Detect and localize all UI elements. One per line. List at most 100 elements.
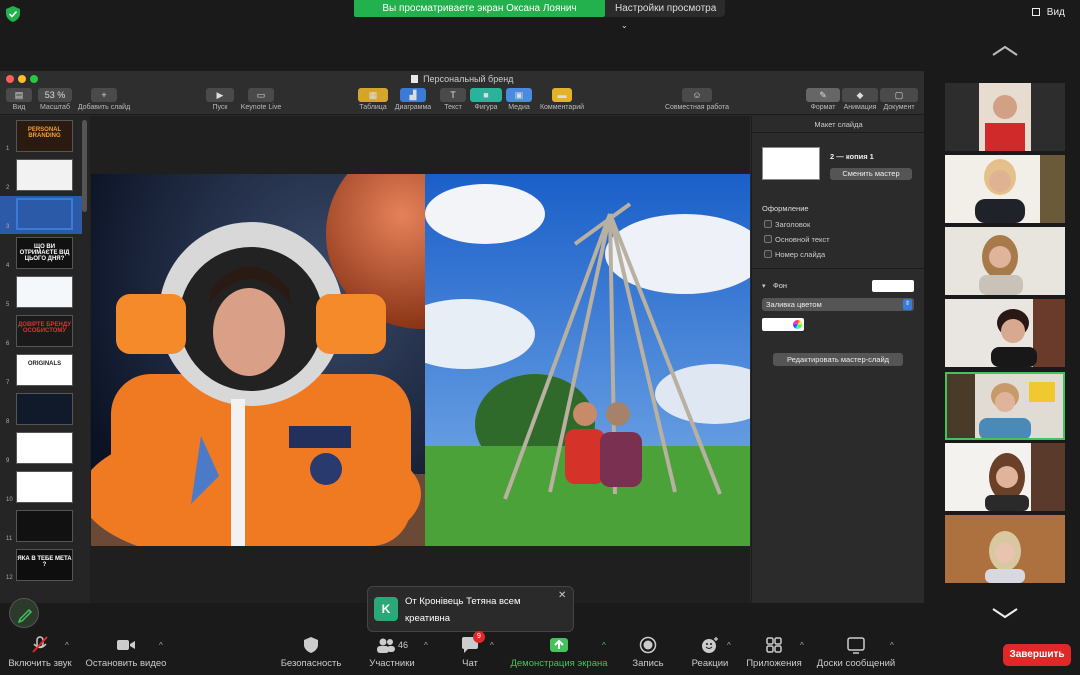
caret-up-icon[interactable]: ^ [424, 641, 428, 650]
participants-gallery [945, 42, 1065, 627]
collaborate-button[interactable]: ☺ Совместная работа [660, 88, 734, 111]
layout-name: 2 — копия 1 [830, 152, 874, 161]
share-screen-button[interactable]: Демонстрация экрана [506, 636, 612, 669]
master-thumbnail[interactable] [762, 147, 820, 180]
shape-button[interactable]: ■ Фигура [470, 88, 502, 111]
participant-video-tile[interactable] [945, 83, 1065, 151]
shield-check-icon[interactable] [6, 6, 20, 22]
end-meeting-button[interactable]: Завершить [1003, 644, 1071, 666]
animate-button[interactable]: ◆ Анимация [842, 88, 878, 111]
plus-icon: + [91, 88, 117, 102]
slide-thumbnail[interactable]: ORIGINALS [16, 354, 73, 386]
body-checkbox[interactable] [764, 235, 772, 243]
keynote-window: Персональный бренд ▤ Вид 53 % Масштаб + … [0, 71, 925, 603]
slide-thumbnail[interactable]: ЯКА В ТЕБЕ МЕТА ? [16, 549, 73, 581]
disclosure-triangle-icon[interactable]: ▾ [762, 282, 766, 290]
view-menu-button[interactable]: ▤ Вид [6, 88, 32, 111]
fill-type-select[interactable]: Заливка цветом ⇕ [762, 298, 914, 311]
participants-icon: 46 [372, 636, 412, 654]
title-checkbox[interactable] [764, 220, 772, 228]
table-button[interactable]: ▦ Таблица [358, 88, 388, 111]
media-button[interactable]: ▣ Медиа [506, 88, 532, 111]
chevron-down-icon[interactable] [990, 606, 1020, 620]
keynote-live-button[interactable]: ▭ Keynote Live [238, 88, 284, 111]
text-button[interactable]: T Текст [440, 88, 466, 111]
play-button[interactable]: ▶ Пуск [206, 88, 234, 111]
meeting-controls-bar: Включить звук ^ Остановить видео ^ Безоп… [0, 631, 1080, 675]
participant-video-tile-active-speaker[interactable] [945, 372, 1065, 440]
fill-color-well[interactable] [762, 318, 804, 331]
format-button[interactable]: ✎ Формат [806, 88, 840, 111]
slide-thumbnail[interactable] [16, 471, 73, 503]
caret-up-icon[interactable]: ^ [602, 641, 606, 650]
security-button[interactable]: Безопасность [276, 636, 346, 669]
change-master-button[interactable]: Сменить мастер [830, 168, 912, 180]
participant-video-tile[interactable] [945, 155, 1065, 223]
caret-up-icon[interactable]: ^ [800, 641, 804, 650]
unmute-button[interactable]: Включить звук [6, 636, 74, 669]
inspector-divider-2 [752, 268, 925, 269]
format-label: Формат [810, 104, 836, 111]
zoom-top-bar: Вы просматриваете экран Оксана Лоянич На… [0, 0, 1080, 30]
caret-up-icon[interactable]: ^ [159, 641, 163, 650]
slide-thumbnail[interactable] [16, 198, 73, 230]
chat-label: Чат [462, 658, 478, 669]
add-slide-button[interactable]: + Добавить слайд [76, 88, 132, 111]
media-label: Медиа [508, 104, 530, 111]
slide-thumbnail[interactable] [16, 432, 73, 464]
annotate-button[interactable] [9, 598, 39, 628]
reactions-button[interactable]: Реакции [688, 636, 732, 669]
slide-number: 4 [6, 263, 10, 269]
chat-notification[interactable]: K От Кронівець Тетяна всем креативна ✕ [367, 586, 574, 632]
apps-button[interactable]: Приложения [744, 636, 804, 669]
participant-video-tile[interactable] [945, 515, 1065, 583]
minimize-window-button[interactable] [18, 75, 26, 83]
view-button[interactable]: Вид [1032, 5, 1076, 21]
navigator-scrollbar[interactable] [82, 120, 87, 212]
participant-video-tile[interactable] [945, 443, 1065, 511]
caret-up-icon[interactable]: ^ [727, 641, 731, 650]
shield-icon [304, 637, 318, 653]
slide-number: 6 [6, 341, 10, 347]
slide-thumbnail-label: PERSONAL BRANDING [27, 127, 62, 139]
whiteboards-button[interactable]: Доски сообщений [812, 636, 900, 669]
format-inspector: Макет слайда 2 — копия 1 Сменить мастер … [751, 116, 925, 603]
slide-thumbnail[interactable] [16, 393, 73, 425]
slide-thumbnail[interactable]: ДОВІРТЕ БРЕНДУ ОСОБИСТОМУ [16, 315, 73, 347]
slide-thumbnail[interactable] [16, 159, 73, 191]
close-icon[interactable]: ✕ [558, 590, 566, 601]
slide-thumbnail[interactable] [16, 276, 73, 308]
whiteboard-icon [847, 637, 865, 654]
stop-video-button[interactable]: Остановить видео [84, 636, 168, 669]
fill-type-value: Заливка цветом [766, 300, 822, 309]
slide-thumbnail[interactable]: PERSONAL BRANDING [16, 120, 73, 152]
slide-thumbnail[interactable] [16, 510, 73, 542]
slide-thumbnail-label: ЩО ВИ ОТРИМАЄТЕ ВІД ЦЬОГО ДНЯ? [19, 244, 70, 262]
close-window-button[interactable] [6, 75, 14, 83]
chart-icon: ▟ [400, 88, 426, 102]
comment-button[interactable]: ▬ Комментарий [538, 88, 586, 111]
view-settings-menu[interactable]: Настройки просмотра ⌄ [605, 0, 725, 30]
caret-up-icon[interactable]: ^ [65, 641, 69, 650]
slide-thumbnail-label [17, 160, 72, 166]
slide-number-checkbox[interactable] [764, 250, 772, 258]
record-button[interactable]: Запись [626, 636, 670, 669]
slide-canvas[interactable] [90, 116, 750, 603]
chart-button[interactable]: ▟ Диаграмма [392, 88, 434, 111]
inspector-divider [752, 132, 925, 133]
slide-thumbnail[interactable]: ЩО ВИ ОТРИМАЄТЕ ВІД ЦЬОГО ДНЯ? [16, 237, 73, 269]
caret-up-icon[interactable]: ^ [490, 641, 494, 650]
edit-master-button[interactable]: Редактировать мастер-слайд [773, 353, 903, 366]
background-color-well[interactable] [872, 280, 914, 292]
participants-button[interactable]: 46 Участники [362, 636, 422, 669]
body-option-label: Основной текст [775, 235, 830, 244]
zoom-window-button[interactable] [30, 75, 38, 83]
zoom-menu-button[interactable]: 53 % Масштаб [38, 88, 72, 111]
participant-video-tile[interactable] [945, 299, 1065, 367]
chat-bubble-icon: 9 [459, 631, 485, 654]
document-button[interactable]: ▢ Документ [880, 88, 918, 111]
participant-video-tile[interactable] [945, 227, 1065, 295]
chat-button[interactable]: 9 Чат [452, 631, 488, 669]
caret-up-icon[interactable]: ^ [890, 641, 894, 650]
muted-microphone-icon [32, 636, 48, 653]
